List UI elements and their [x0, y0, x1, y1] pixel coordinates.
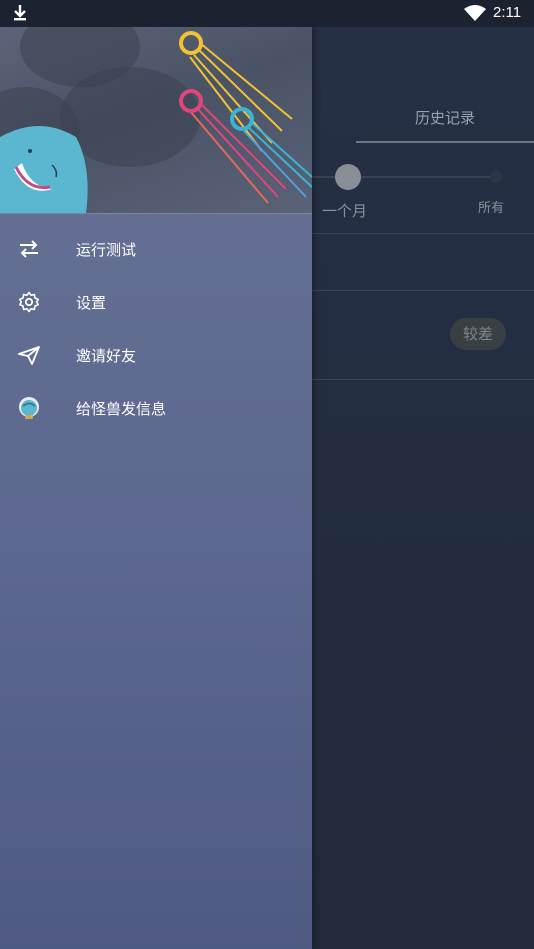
- drawer-header: [0, 27, 312, 214]
- monster-head-icon: [17, 396, 41, 420]
- slider-label-all: 所有: [478, 201, 505, 216]
- navigation-drawer: 运行测试 设置 邀请好友 给怪兽发信息: [0, 27, 312, 949]
- menu-item-label: 设置: [76, 294, 107, 312]
- menu-item-message-monster[interactable]: 给怪兽发信息: [0, 382, 312, 435]
- divider: [312, 233, 534, 234]
- divider: [312, 290, 534, 291]
- slider-thumb[interactable]: [335, 164, 361, 190]
- swap-arrows-icon: [17, 237, 41, 261]
- status-bar: 2:11: [0, 0, 534, 27]
- slider-label-month: 一个月: [322, 202, 368, 220]
- slider-end-dot: [490, 171, 502, 183]
- menu-item-invite-friends[interactable]: 邀请好友: [0, 329, 312, 382]
- wifi-icon: [464, 5, 486, 26]
- drawer-menu: 运行测试 设置 邀请好友 给怪兽发信息: [0, 223, 312, 435]
- monster-mascot-icon: [0, 126, 88, 213]
- divider: [312, 379, 534, 380]
- menu-item-label: 邀请好友: [76, 347, 137, 365]
- paper-plane-icon: [17, 343, 41, 367]
- clock: 2:11: [493, 4, 522, 21]
- gear-icon: [17, 290, 41, 314]
- download-icon: [12, 4, 28, 26]
- menu-item-run-test[interactable]: 运行测试: [0, 223, 312, 276]
- header-illustration: [0, 31, 312, 213]
- menu-item-label: 给怪兽发信息: [76, 400, 167, 418]
- menu-item-settings[interactable]: 设置: [0, 276, 312, 329]
- rating-badge: 较差: [450, 318, 506, 350]
- tab-history[interactable]: 历史记录: [356, 107, 534, 143]
- tab-indicator: [356, 141, 534, 143]
- menu-item-label: 运行测试: [76, 241, 137, 259]
